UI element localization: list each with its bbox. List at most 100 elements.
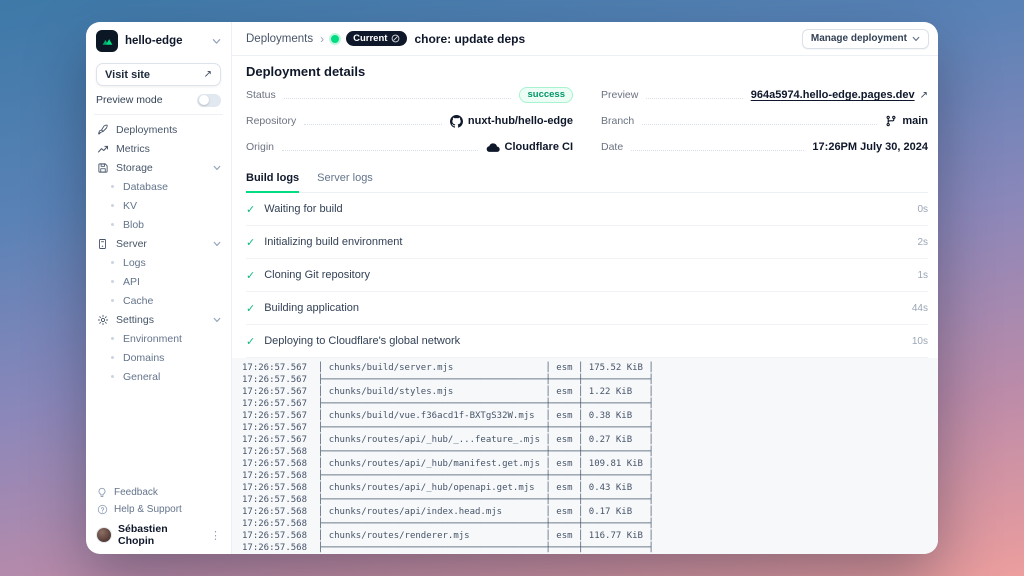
- sidebar-item-api[interactable]: API: [96, 272, 221, 291]
- external-link-icon: ↗: [204, 69, 212, 80]
- sidebar-item-metrics[interactable]: Metrics: [96, 139, 221, 158]
- sidebar-item-label: Logs: [123, 257, 146, 269]
- build-step-duration: 0s: [917, 204, 928, 215]
- bullet-icon: [111, 223, 114, 226]
- field-label: Date: [601, 141, 623, 153]
- tab-server-logs[interactable]: Server logs: [317, 168, 373, 192]
- sidebar-item-environment[interactable]: Environment: [96, 329, 221, 348]
- dotted-leader: [282, 150, 478, 151]
- build-step[interactable]: ✓ Waiting for build 0s: [246, 193, 928, 226]
- branch-value: main: [902, 115, 928, 127]
- visit-site-label: Visit site: [105, 69, 150, 81]
- sidebar-item-domains[interactable]: Domains: [96, 348, 221, 367]
- user-name: Sébastien Chopin: [118, 523, 204, 547]
- origin-value: Cloudflare CI: [505, 141, 573, 153]
- sidebar-item-server[interactable]: Server: [96, 234, 221, 253]
- sidebar-item-blob[interactable]: Blob: [96, 215, 221, 234]
- status-badge: success: [519, 87, 573, 103]
- sidebar-item-label: Server: [116, 238, 206, 250]
- cloud-icon: [486, 142, 500, 153]
- gear-icon: [96, 314, 109, 326]
- help-support-button[interactable]: Help & Support: [96, 501, 221, 518]
- field-preview: Preview 964a5974.hello-edge.pages.dev ↗: [601, 82, 928, 108]
- sidebar-divider: [94, 114, 223, 115]
- sidebar-item-settings[interactable]: Settings: [96, 310, 221, 329]
- field-origin: Origin Cloudflare CI: [246, 134, 573, 160]
- project-name: hello-edge: [125, 35, 205, 47]
- breadcrumb[interactable]: Deployments: [246, 33, 313, 45]
- repository-link[interactable]: nuxt-hub/hello-edge: [468, 115, 573, 127]
- field-label: Status: [246, 89, 276, 101]
- details-grid: Status success Repository nuxt-hub/hello…: [246, 82, 928, 160]
- check-icon: ✓: [246, 269, 255, 282]
- sidebar-item-storage[interactable]: Storage: [96, 158, 221, 177]
- bullet-icon: [111, 204, 114, 207]
- bullet-icon: [111, 280, 114, 283]
- build-log-output: 17:26:57.567 │ chunks/build/server.mjs │…: [232, 358, 938, 554]
- field-label: Branch: [601, 115, 634, 127]
- sidebar-item-cache[interactable]: Cache: [96, 291, 221, 310]
- live-status-dot-icon: [331, 35, 339, 43]
- build-log-terminal[interactable]: 17:26:57.567 │ chunks/build/server.mjs │…: [232, 358, 938, 554]
- kebab-menu-icon[interactable]: ⋮: [210, 529, 221, 542]
- nuxthub-logo-icon: [96, 30, 118, 52]
- sidebar-item-label: KV: [123, 200, 137, 212]
- field-branch: Branch main: [601, 108, 928, 134]
- sidebar-item-label: Domains: [123, 352, 164, 364]
- bullet-icon: [111, 337, 114, 340]
- visit-site-button[interactable]: Visit site ↗: [96, 63, 221, 86]
- sidebar-item-label: Deployments: [116, 124, 221, 136]
- sidebar-item-label: Settings: [116, 314, 206, 326]
- build-step-label: Deploying to Cloudflare's global network: [264, 335, 460, 347]
- github-icon: [450, 115, 463, 128]
- current-badge: Current: [346, 31, 407, 46]
- check-icon: ✓: [246, 203, 255, 216]
- sidebar-item-database[interactable]: Database: [96, 177, 221, 196]
- build-step[interactable]: ✓ Deploying to Cloudflare's global netwo…: [246, 325, 928, 358]
- sidebar-item-kv[interactable]: KV: [96, 196, 221, 215]
- avatar: [96, 527, 112, 543]
- preview-mode-toggle[interactable]: [197, 94, 221, 107]
- dotted-leader: [631, 150, 804, 151]
- field-status: Status success: [246, 82, 573, 108]
- main-panel: Deployments › Current chore: update deps…: [232, 22, 938, 554]
- feedback-label: Feedback: [114, 487, 158, 498]
- check-icon: ✓: [246, 236, 255, 249]
- preview-mode-row: Preview mode: [96, 91, 221, 109]
- sidebar-item-logs[interactable]: Logs: [96, 253, 221, 272]
- sidebar-footer: Feedback Help & Support Sébastien Chopin…: [96, 484, 221, 546]
- details-col-right: Preview 964a5974.hello-edge.pages.dev ↗ …: [601, 82, 928, 160]
- tab-build-logs[interactable]: Build logs: [246, 168, 299, 193]
- breadcrumb-separator-icon: ›: [320, 32, 324, 46]
- current-badge-label: Current: [353, 33, 387, 44]
- sidebar-item-label: Environment: [123, 333, 182, 345]
- dotted-leader: [284, 98, 512, 99]
- slash-circle-icon: [391, 34, 400, 43]
- sidebar-item-label: Database: [123, 181, 168, 193]
- bullet-icon: [111, 356, 114, 359]
- details-col-left: Status success Repository nuxt-hub/hello…: [246, 82, 573, 160]
- preview-mode-label: Preview mode: [96, 94, 163, 106]
- build-steps-list: ✓ Waiting for build 0s ✓ Initializing bu…: [246, 193, 928, 358]
- build-step[interactable]: ✓ Cloning Git repository 1s: [246, 259, 928, 292]
- toggle-knob: [199, 95, 209, 105]
- build-step[interactable]: ✓ Building application 44s: [246, 292, 928, 325]
- chevron-down-icon: [213, 164, 221, 172]
- sidebar-item-label: API: [123, 276, 140, 288]
- sidebar-item-general[interactable]: General: [96, 367, 221, 386]
- preview-url-link[interactable]: 964a5974.hello-edge.pages.dev: [751, 89, 915, 101]
- sidebar-item-label: Storage: [116, 162, 206, 174]
- user-menu[interactable]: Sébastien Chopin ⋮: [96, 524, 221, 546]
- sidebar-item-label: Cache: [123, 295, 153, 307]
- project-switcher[interactable]: hello-edge: [96, 28, 221, 54]
- bullet-icon: [111, 185, 114, 188]
- external-link-icon: ↗: [920, 90, 928, 101]
- build-step-duration: 10s: [912, 336, 928, 347]
- manage-deployment-button[interactable]: Manage deployment: [802, 29, 929, 49]
- feedback-button[interactable]: Feedback: [96, 484, 221, 501]
- sidebar-item-deployments[interactable]: Deployments: [96, 120, 221, 139]
- build-step-duration: 44s: [912, 303, 928, 314]
- field-label: Repository: [246, 115, 296, 127]
- dotted-leader: [304, 124, 442, 125]
- build-step[interactable]: ✓ Initializing build environment 2s: [246, 226, 928, 259]
